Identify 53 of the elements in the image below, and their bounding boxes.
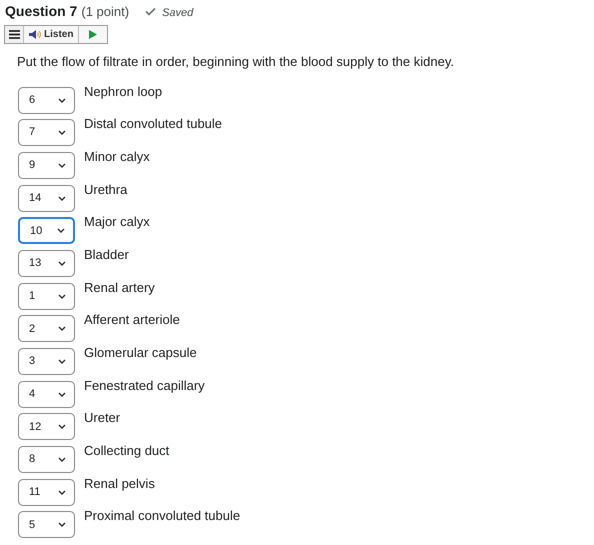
question-prompt: Put the flow of filtrate in order, beginning with the blood supply to the kidney.: [17, 53, 455, 71]
item-label: Glomerular capsule: [84, 345, 197, 362]
order-select[interactable]: 6: [18, 86, 75, 114]
order-select[interactable]: 12: [18, 413, 75, 440]
chevron-icon: [58, 457, 66, 462]
item-label: Distal convoluted tubule: [84, 116, 222, 134]
item-label: Minor calyx: [84, 148, 150, 166]
order-select[interactable]: 11: [18, 478, 75, 506]
order-select[interactable]: 9: [18, 152, 75, 179]
order-select[interactable]: 14: [18, 184, 75, 212]
order-select[interactable]: 13: [18, 250, 75, 277]
order-select[interactable]: 8: [18, 446, 75, 474]
play-button[interactable]: [79, 26, 107, 43]
item-label: Renal pelvis: [84, 476, 155, 493]
speaker-icon: [29, 30, 41, 39]
item-label: Nephron loop: [84, 84, 162, 101]
play-icon: [89, 30, 98, 39]
question-title: Question 7: [5, 2, 78, 21]
item-label: Collecting duct: [84, 443, 170, 460]
question-points: (1 point): [81, 3, 130, 21]
chevron-icon: [57, 228, 65, 234]
order-select[interactable]: 2: [18, 315, 75, 342]
item-label: Fenestrated capillary: [84, 378, 205, 395]
menu-icon: [8, 30, 20, 39]
chevron-icon: [58, 522, 66, 528]
chevron-icon: [58, 98, 66, 102]
chevron-icon: [58, 326, 66, 332]
listen-button[interactable]: Listen: [24, 26, 80, 43]
item-label: Afferent arteriole: [84, 312, 180, 330]
menu-button[interactable]: [5, 26, 24, 43]
item-label: Proximal convoluted tubule: [84, 508, 240, 526]
chevron-icon: [58, 130, 66, 136]
chevron-icon: [58, 260, 66, 266]
item-label: Urethra: [84, 182, 128, 199]
chevron-icon: [58, 294, 66, 299]
chevron-icon: [58, 162, 66, 168]
order-select[interactable]: 5: [18, 511, 75, 538]
order-select[interactable]: 1: [18, 282, 75, 310]
item-label: Renal artery: [84, 280, 155, 297]
order-select[interactable]: 4: [18, 380, 75, 408]
item-label: Ureter: [84, 410, 120, 428]
saved-status: Saved: [162, 6, 194, 21]
chevron-icon: [58, 490, 66, 495]
chevron-icon: [58, 196, 66, 201]
order-select[interactable]: 3: [18, 348, 75, 375]
order-select[interactable]: 7: [18, 119, 75, 146]
check-icon: [145, 7, 156, 16]
chevron-icon: [58, 359, 66, 364]
chevron-icon: [58, 424, 66, 430]
order-select[interactable]: 10: [18, 217, 75, 244]
chevron-icon: [58, 392, 66, 397]
item-label: Bladder: [84, 246, 129, 264]
item-label: Major calyx: [84, 214, 150, 232]
